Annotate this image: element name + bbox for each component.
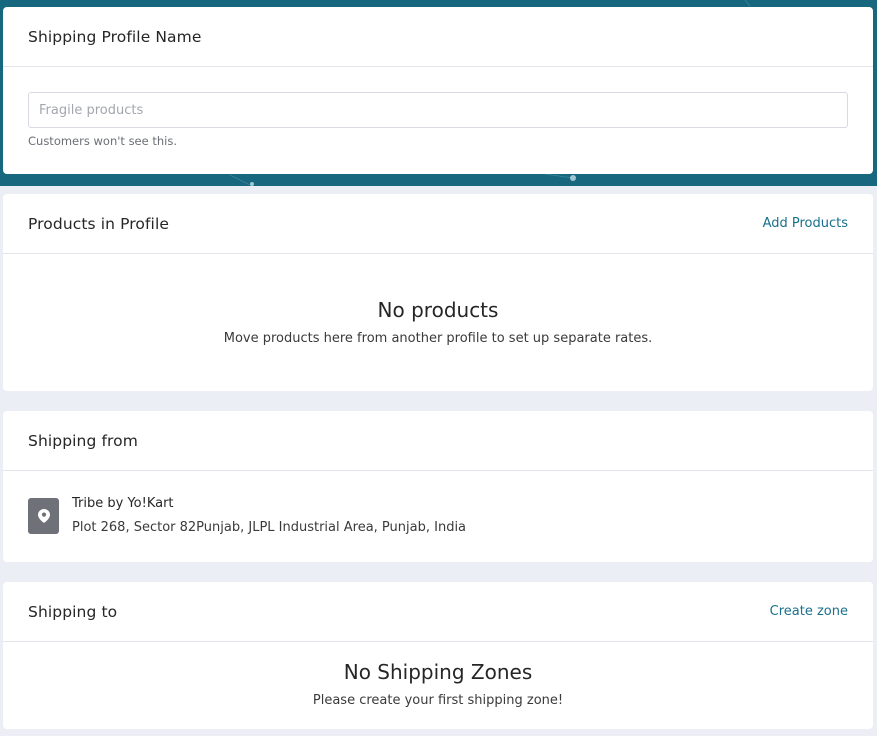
- products-card: Products in Profile Add Products No prod…: [3, 194, 873, 391]
- empty-state-title: No products: [377, 298, 499, 322]
- profile-name-card: Shipping Profile Name Customers won't se…: [3, 7, 873, 174]
- profile-name-hint: Customers won't see this.: [28, 134, 178, 148]
- origin-location-details: Tribe by Yo!Kart Plot 268, Sector 82Punj…: [72, 496, 466, 535]
- profile-name-input[interactable]: [28, 92, 848, 128]
- add-products-link[interactable]: Add Products: [763, 216, 848, 231]
- card-title: Products in Profile: [28, 214, 170, 233]
- origin-location: Tribe by Yo!Kart Plot 268, Sector 82Punj…: [3, 471, 873, 535]
- card-title: Shipping to: [28, 602, 118, 621]
- products-card-header: Products in Profile Add Products: [3, 194, 873, 254]
- shipping-to-card: Shipping to Create zone No Shipping Zone…: [3, 582, 873, 729]
- card-title: Shipping from: [28, 431, 138, 450]
- card-title: Shipping Profile Name: [28, 27, 202, 46]
- origin-location-name: Tribe by Yo!Kart: [72, 496, 174, 511]
- profile-name-card-header: Shipping Profile Name: [3, 7, 873, 67]
- shipping-to-card-header: Shipping to Create zone: [3, 582, 873, 642]
- products-empty-state: No products Move products here from anot…: [3, 254, 873, 346]
- map-pin-icon: [28, 498, 59, 534]
- empty-state-title: No Shipping Zones: [343, 660, 533, 684]
- shipping-from-card-header: Shipping from: [3, 411, 873, 471]
- empty-state-subtitle: Move products here from another profile …: [223, 331, 653, 346]
- zones-empty-state: No Shipping Zones Please create your fir…: [3, 642, 873, 708]
- empty-state-subtitle: Please create your first shipping zone!: [312, 693, 564, 708]
- origin-location-address: Plot 268, Sector 82Punjab, JLPL Industri…: [72, 520, 467, 535]
- shipping-from-card: Shipping from Tribe by Yo!Kart Plot 268,…: [3, 411, 873, 562]
- create-zone-link[interactable]: Create zone: [770, 604, 848, 619]
- profile-name-card-body: Customers won't see this.: [3, 67, 873, 148]
